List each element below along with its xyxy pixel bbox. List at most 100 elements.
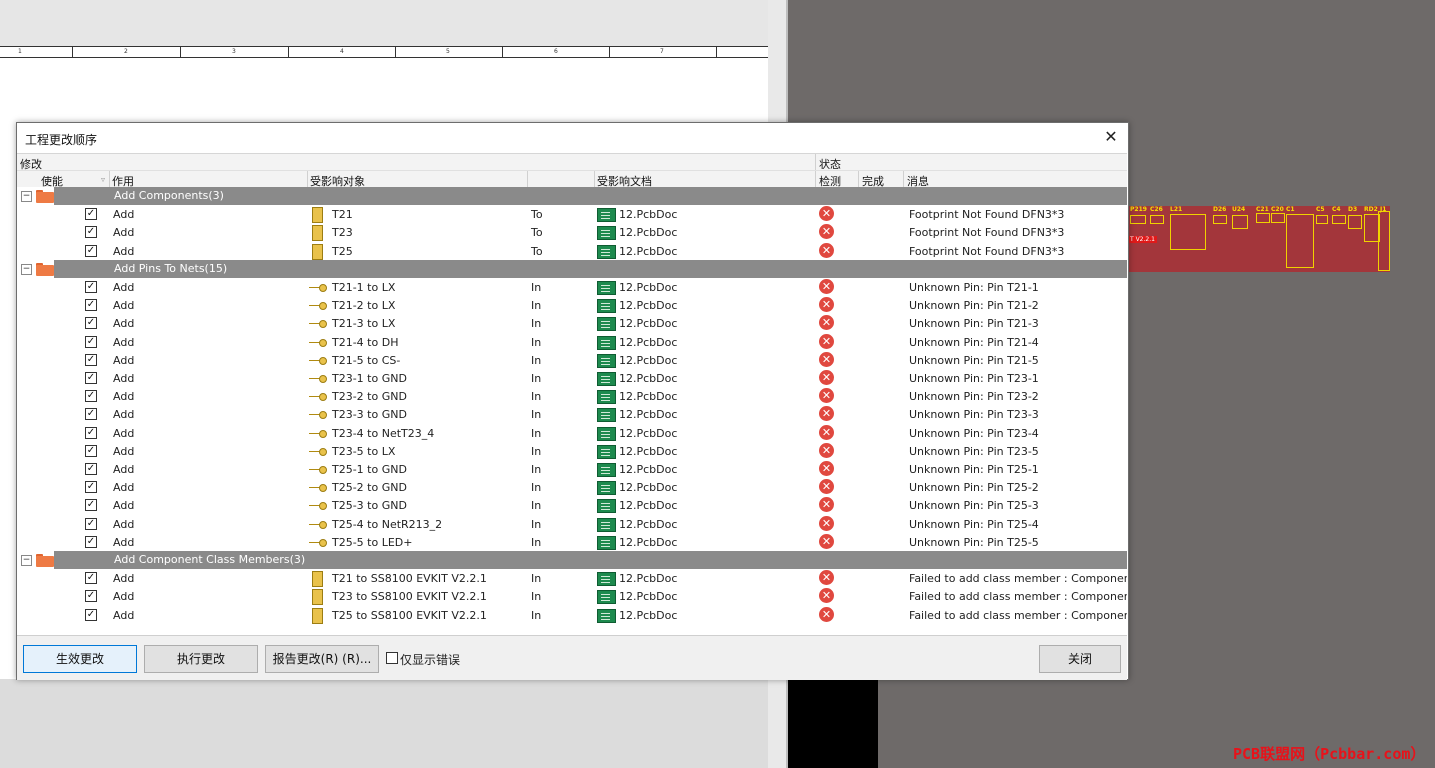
pcb-doc-line xyxy=(601,430,610,432)
column-separator[interactable] xyxy=(527,171,528,188)
pcb-designator: C20 xyxy=(1271,206,1284,213)
pcb-doc-line xyxy=(601,324,610,326)
canvas-black-region xyxy=(788,679,878,768)
enable-checkbox[interactable]: ✓ xyxy=(85,499,97,512)
folder-icon xyxy=(36,190,54,203)
pcb-document-icon xyxy=(597,280,616,295)
affected-object-cell: T21-2 to LX xyxy=(332,299,396,313)
ruler-number: 1 xyxy=(18,48,22,55)
pcb-doc-shape xyxy=(597,408,616,423)
enable-checkbox[interactable]: ✓ xyxy=(85,335,97,348)
pcb-doc-shape xyxy=(597,572,616,587)
pcb-doc-line xyxy=(601,615,610,617)
enable-checkbox[interactable]: ✓ xyxy=(85,481,97,494)
table-row[interactable]: ✓ Add T21-2 to LX In 12.PcbDoc ✕ Unknown Pin: … xyxy=(17,296,1127,314)
table-row[interactable]: ✓ Add T21 to SS8100 EVKIT V2.2.1 In 12.PcbDo… xyxy=(17,569,1127,588)
enable-checkbox[interactable]: ✓ xyxy=(85,244,97,257)
affected-object-cell: T25-2 to GND xyxy=(332,481,407,495)
enable-checkbox[interactable]: ✓ xyxy=(85,408,97,421)
enable-checkbox[interactable]: ✓ xyxy=(85,226,97,239)
table-row[interactable]: ✓ Add T21-5 to CS- In 12.PcbDoc ✕ Unknown Pin:… xyxy=(17,351,1127,369)
column-separator[interactable] xyxy=(858,171,859,188)
enable-checkbox[interactable]: ✓ xyxy=(85,517,97,530)
ruler-number: 4 xyxy=(340,48,344,55)
enable-checkbox[interactable]: ✓ xyxy=(85,317,97,330)
affected-document-cell: 12.PcbDoc xyxy=(619,463,678,476)
pin-icon xyxy=(309,353,327,367)
direction-cell: In xyxy=(531,335,542,349)
table-row[interactable]: ✓ Add T23-2 to GND In 12.PcbDoc ✕ Unknown Pin:… xyxy=(17,387,1127,405)
column-separator[interactable] xyxy=(815,171,816,188)
table-row[interactable]: ✓ Add T25-2 to GND In 12.PcbDoc ✕ Unknown Pin:… xyxy=(17,478,1127,496)
pcb-doc-line xyxy=(601,291,610,292)
sort-icon[interactable]: ▿ xyxy=(101,175,105,184)
enable-checkbox[interactable]: ✓ xyxy=(85,426,97,439)
table-row[interactable]: ✓ Add T25-1 to GND In 12.PcbDoc ✕ Unknown Pin:… xyxy=(17,460,1127,478)
message-cell: Footprint Not Found DFN3*3 xyxy=(909,244,1065,258)
table-row[interactable]: ✓ Add T25-5 to LED+ In 12.PcbDoc ✕ Unknown Pin… xyxy=(17,533,1127,551)
table-row[interactable]: ✓ Add T25 To 12.PcbDoc ✕ Footprint Not Found D… xyxy=(17,242,1127,260)
column-separator[interactable] xyxy=(307,171,308,188)
enable-checkbox[interactable]: ✓ xyxy=(85,590,97,603)
pcb-document-icon xyxy=(597,571,616,587)
dialog-titlebar[interactable]: 工程更改顺序 ✕ xyxy=(17,123,1128,153)
validate-changes-button[interactable]: 生效更改 xyxy=(23,645,137,673)
collapse-icon[interactable]: − xyxy=(21,263,32,275)
table-row[interactable]: ✓ Add T21-1 to LX In 12.PcbDoc ✕ Unknown Pin: … xyxy=(17,278,1127,296)
collapse-icon[interactable]: − xyxy=(21,555,32,566)
close-button[interactable]: 关闭 xyxy=(1039,645,1121,673)
close-icon[interactable]: ✕ xyxy=(1102,128,1120,146)
group-header-row[interactable]: − Add Components(3) xyxy=(17,187,1127,205)
group-header-row[interactable]: − Add Component Class Members(3) xyxy=(17,551,1127,569)
pcb-designator: D3 xyxy=(1348,206,1358,213)
enable-checkbox[interactable]: ✓ xyxy=(85,353,97,366)
action-cell: Add xyxy=(113,608,135,622)
change-list-grid[interactable]: − Add Components(3) ✓ Add T21 To 12.PcbDoc ✕ Foo… xyxy=(17,187,1127,635)
table-row[interactable]: ✓ Add T25 to SS8100 EVKIT V2.2.1 In 12.PcbDo… xyxy=(17,606,1127,624)
group-label: Add Components(3) xyxy=(114,189,224,202)
ruler-number: 5 xyxy=(446,48,450,55)
enable-checkbox[interactable]: ✓ xyxy=(85,463,97,475)
enable-checkbox[interactable]: ✓ xyxy=(85,444,97,457)
table-row[interactable]: ✓ Add T23-3 to GND In 12.PcbDoc ✕ Unknown Pin:… xyxy=(17,405,1127,423)
error-icon: ✕ xyxy=(819,333,834,349)
only-show-errors-checkbox[interactable] xyxy=(386,652,398,664)
report-changes-button[interactable]: 报告更改(R) (R)... xyxy=(265,645,379,673)
enable-checkbox[interactable]: ✓ xyxy=(85,390,97,403)
column-separator[interactable] xyxy=(594,171,595,188)
column-separator[interactable] xyxy=(903,171,904,188)
execute-changes-button[interactable]: 执行更改 xyxy=(144,645,258,673)
table-row[interactable]: ✓ Add T23-1 to GND In 12.PcbDoc ✕ Unknown Pin:… xyxy=(17,369,1127,387)
affected-document-cell: 12.PcbDoc xyxy=(619,244,678,258)
collapse-icon[interactable]: − xyxy=(21,191,32,202)
pin-icon xyxy=(309,535,327,549)
table-row[interactable]: ✓ Add T23-5 to LX In 12.PcbDoc ✕ Unknown Pin: … xyxy=(17,442,1127,460)
table-row[interactable]: ✓ Add T21 To 12.PcbDoc ✕ Footprint Not Found D… xyxy=(17,205,1127,224)
enable-checkbox[interactable]: ✓ xyxy=(85,535,97,548)
table-row[interactable]: ✓ Add T21-3 to LX In 12.PcbDoc ✕ Unknown Pin: … xyxy=(17,314,1127,332)
pin-dot-shape xyxy=(319,302,327,311)
pcb-doc-line xyxy=(601,339,610,341)
table-row[interactable]: ✓ Add T25-4 to NetR213_2 In 12.PcbDoc ✕ Unknow… xyxy=(17,515,1127,533)
column-separator[interactable] xyxy=(109,171,110,188)
table-row[interactable]: ✓ Add T23-4 to NetT23_4 In 12.PcbDoc ✕ Unknown… xyxy=(17,424,1127,442)
pin-icon xyxy=(309,517,327,531)
pcb-doc-line xyxy=(601,288,610,289)
enable-checkbox[interactable]: ✓ xyxy=(85,208,97,221)
table-row[interactable]: ✓ Add T23 To 12.PcbDoc ✕ Footprint Not Found D… xyxy=(17,223,1127,242)
group-header-row[interactable]: − Add Pins To Nets(15) xyxy=(17,259,1127,278)
table-row[interactable]: ✓ Add T25-3 to GND In 12.PcbDoc ✕ Unknown Pin:… xyxy=(17,496,1127,514)
enable-checkbox[interactable]: ✓ xyxy=(85,372,97,384)
enable-checkbox[interactable]: ✓ xyxy=(85,281,97,293)
affected-document-cell: 12.PcbDoc xyxy=(619,317,678,331)
enable-checkbox[interactable]: ✓ xyxy=(85,299,97,312)
table-row[interactable]: ✓ Add T23 to SS8100 EVKIT V2.2.1 In 12.PcbDo… xyxy=(17,587,1127,606)
direction-cell: In xyxy=(531,408,542,422)
pin-icon xyxy=(309,298,327,312)
error-icon: ✕ xyxy=(819,461,834,476)
error-icon: ✕ xyxy=(819,588,834,604)
table-row[interactable]: ✓ Add T21-4 to DH In 12.PcbDoc ✕ Unknown Pin: … xyxy=(17,333,1127,351)
enable-checkbox[interactable]: ✓ xyxy=(85,608,97,621)
enable-checkbox[interactable]: ✓ xyxy=(85,572,97,585)
affected-document-cell: 12.PcbDoc xyxy=(619,226,678,240)
